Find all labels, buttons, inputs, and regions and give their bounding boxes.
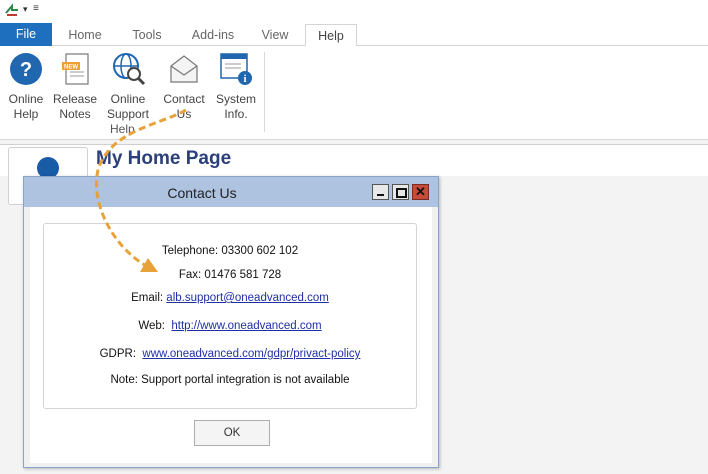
system-info-button[interactable]: i System Info.	[211, 50, 261, 122]
contact-us-button[interactable]: Contact Us	[159, 50, 209, 122]
release-notes-button[interactable]: NEW Release Notes	[50, 50, 100, 122]
telephone-text: Telephone: 03300 602 102	[161, 245, 299, 257]
email-label: Email:	[131, 292, 164, 304]
svg-text:i: i	[243, 73, 246, 85]
chevron-down-icon[interactable]: ▾	[23, 4, 28, 15]
system-info-label-1: System	[215, 92, 256, 106]
contact-us-label-1: Contact	[163, 92, 205, 106]
online-support-label-1: Online	[110, 92, 146, 106]
web-label: Web:	[138, 320, 165, 332]
globe-search-icon	[113, 53, 146, 86]
note-text: Note: Support portal integration is not …	[110, 374, 350, 386]
tab-file[interactable]: File	[0, 23, 52, 46]
close-icon: ✕	[415, 184, 426, 199]
release-notes-label-2: Notes	[59, 107, 91, 121]
maximize-button[interactable]	[392, 184, 409, 200]
tab-help[interactable]: Help	[305, 24, 357, 47]
online-help-label-1: Online	[8, 92, 44, 106]
email-link[interactable]: alb.support@oneadvanced.com	[166, 292, 329, 304]
close-button[interactable]: ✕	[412, 184, 429, 200]
online-support-button[interactable]: Online Support	[103, 50, 153, 122]
tab-tools[interactable]: Tools	[122, 24, 172, 46]
question-mark-icon: ?	[10, 53, 42, 85]
online-help-button[interactable]: ? Online Help	[1, 50, 51, 122]
system-info-icon: i	[220, 53, 252, 85]
quick-access-toolbar: ▾ ≡	[0, 0, 708, 22]
release-notes-label-1: Release	[52, 92, 98, 106]
contact-info-panel: Telephone: 03300 602 102 Fax: 01476 581 …	[43, 223, 417, 409]
new-badge: NEW	[64, 65, 78, 71]
ok-button[interactable]: OK	[194, 420, 270, 446]
ribbon-panel: ? Online Help NEW Release Notes Online S…	[0, 46, 708, 140]
minimize-button[interactable]	[372, 184, 389, 200]
system-info-label-2: Info.	[224, 107, 248, 121]
app-icon[interactable]	[4, 3, 20, 19]
customize-toolbar-icon[interactable]: ≡	[33, 3, 39, 14]
gdpr-row: GDPR: www.oneadvanced.com/gdpr/privact-p…	[44, 348, 416, 360]
fax-text: Fax: 01476 581 728	[178, 269, 282, 281]
web-row: Web: http://www.oneadvanced.com	[44, 320, 416, 332]
ribbon-group-label: Help	[110, 122, 135, 136]
contact-us-dialog: Contact Us ✕ Telephone: 03300 602 102 Fa…	[23, 176, 439, 468]
svg-text:?: ?	[20, 59, 32, 81]
gdpr-link[interactable]: www.oneadvanced.com/gdpr/privact-policy	[142, 348, 360, 360]
page-title: My Home Page	[96, 148, 232, 169]
gdpr-label: GDPR:	[99, 348, 137, 360]
tab-add-ins[interactable]: Add-ins	[182, 24, 244, 46]
tab-view[interactable]: View	[252, 24, 298, 46]
online-help-label-2: Help	[13, 107, 39, 121]
ribbon-group-separator	[264, 52, 265, 132]
contact-us-label-2: Us	[176, 107, 192, 121]
ribbon-tabs: File Home Tools Add-ins View Help	[0, 22, 708, 47]
email-row: Email: alb.support@oneadvanced.com	[44, 292, 416, 304]
dialog-titlebar[interactable]: Contact Us ✕	[24, 177, 438, 207]
dialog-title: Contact Us	[167, 185, 237, 201]
online-support-label-2: Support	[106, 107, 150, 121]
dialog-body: Telephone: 03300 602 102 Fax: 01476 581 …	[30, 207, 432, 463]
release-notes-icon: NEW	[62, 53, 89, 85]
tab-home[interactable]: Home	[60, 24, 110, 46]
web-link[interactable]: http://www.oneadvanced.com	[171, 320, 321, 332]
envelope-icon	[170, 55, 198, 83]
